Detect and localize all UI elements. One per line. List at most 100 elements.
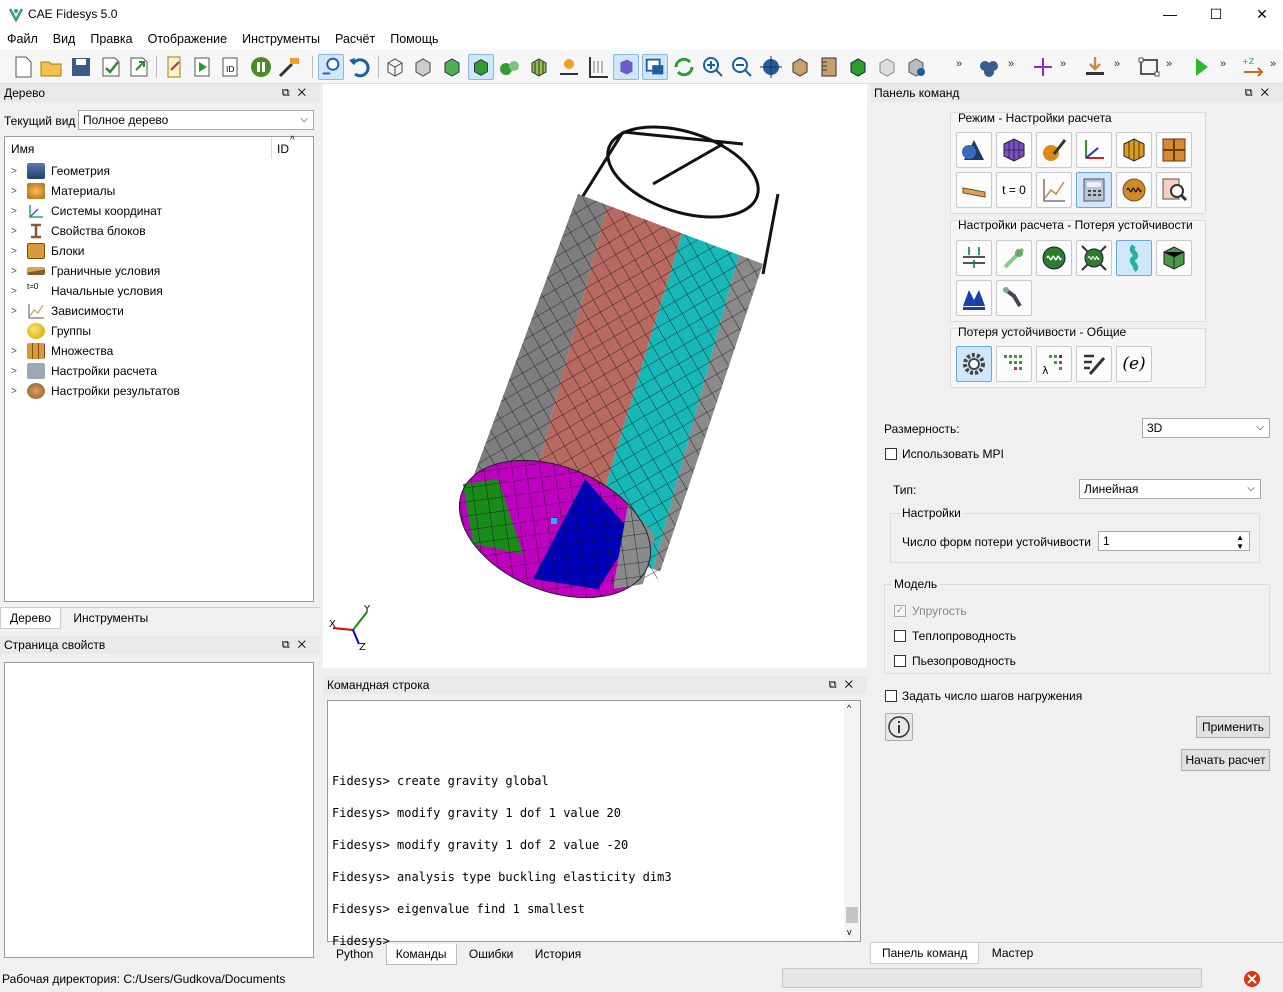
tree-panel-float-close-icons[interactable]: ⧉✕ bbox=[282, 84, 314, 102]
tree-item-initial-conditions[interactable]: > t=0 Начальные условия bbox=[11, 281, 163, 301]
menu-tools[interactable]: Инструменты bbox=[235, 32, 328, 46]
contact-button[interactable] bbox=[996, 240, 1032, 276]
block-mode-button[interactable] bbox=[1116, 132, 1152, 168]
info-button[interactable] bbox=[885, 713, 913, 741]
select-mode-icon[interactable] bbox=[318, 54, 344, 80]
toolbar-overflow-chevron-icon[interactable]: » bbox=[1220, 58, 1226, 70]
menu-calculation[interactable]: Расчёт bbox=[328, 32, 383, 46]
box-icon[interactable] bbox=[787, 54, 813, 80]
tree-item-materials[interactable]: > Материалы bbox=[11, 181, 115, 201]
command-scrollbar[interactable]: ^ v bbox=[844, 701, 860, 941]
ruler-icon[interactable] bbox=[816, 54, 842, 80]
piezo-checkbox[interactable] bbox=[894, 655, 906, 667]
solver-settings-button[interactable] bbox=[1076, 346, 1112, 382]
material-mode-button[interactable] bbox=[1036, 132, 1072, 168]
menu-edit[interactable]: Правка bbox=[83, 32, 140, 46]
scrollbar-thumb[interactable] bbox=[846, 907, 858, 923]
properties-content[interactable] bbox=[4, 662, 314, 958]
tree-item-calc-settings[interactable]: > Настройки расчета bbox=[11, 361, 157, 381]
toolbar-overflow-chevron-icon[interactable]: » bbox=[1270, 58, 1276, 70]
fit-view-icon[interactable] bbox=[758, 54, 784, 80]
postprocess-mode-button[interactable] bbox=[1156, 172, 1192, 208]
results-mode-button[interactable] bbox=[1116, 172, 1152, 208]
zoom-out-icon[interactable] bbox=[729, 54, 755, 80]
tab-history[interactable]: История bbox=[526, 944, 591, 964]
use-mpi-checkbox[interactable] bbox=[885, 448, 897, 460]
bounding-box-icon[interactable] bbox=[1136, 54, 1162, 80]
journal-id-icon[interactable]: ID bbox=[218, 54, 244, 80]
pause-icon[interactable] bbox=[248, 54, 274, 80]
save-icon[interactable] bbox=[68, 54, 94, 80]
tab-wizard[interactable]: Мастер bbox=[983, 943, 1043, 963]
undo-icon[interactable] bbox=[346, 54, 372, 80]
analysis-type-select[interactable]: Линейная ⌵ bbox=[1079, 479, 1261, 499]
modal-analysis-button[interactable] bbox=[1036, 240, 1072, 276]
scroll-down-icon[interactable]: v bbox=[847, 927, 852, 937]
tree-item-boundary-conditions[interactable]: > Граничные условия bbox=[11, 261, 160, 281]
new-file-icon[interactable] bbox=[10, 54, 36, 80]
toolbar-overflow-chevron-icon[interactable]: » bbox=[1114, 58, 1120, 70]
window-view-icon[interactable] bbox=[642, 54, 668, 80]
geometry-mode-button[interactable] bbox=[956, 132, 992, 168]
menu-view[interactable]: Вид bbox=[46, 32, 84, 46]
command-panel-float-close-icons[interactable]: ⧉✕ bbox=[1245, 84, 1277, 102]
tree-item-sets[interactable]: > Множества bbox=[11, 341, 113, 361]
static-load-button[interactable] bbox=[956, 240, 992, 276]
play-script-icon[interactable] bbox=[190, 54, 216, 80]
maximize-button[interactable]: ☐ bbox=[1193, 0, 1239, 28]
robot-button[interactable] bbox=[996, 280, 1032, 316]
boundary-mode-button[interactable] bbox=[956, 172, 992, 208]
thermal-checkbox[interactable] bbox=[894, 630, 906, 642]
calc-settings-mode-button[interactable] bbox=[1076, 172, 1112, 208]
wireframe-cube-icon[interactable] bbox=[382, 54, 408, 80]
tree-view[interactable]: Имя ID ^ > Геометрия > Материалы > Системы … bbox=[4, 135, 314, 602]
expression-button[interactable]: (e) bbox=[1116, 346, 1152, 382]
dependency-mode-button[interactable] bbox=[1036, 172, 1072, 208]
command-line-float-close-icons[interactable]: ⧉✕ bbox=[829, 676, 861, 694]
menu-file[interactable]: Файл bbox=[0, 32, 46, 46]
tree-item-groups[interactable]: Группы bbox=[11, 321, 91, 341]
tab-tree[interactable]: Дерево bbox=[0, 608, 62, 629]
tree-item-blocks[interactable]: > Блоки bbox=[11, 241, 85, 261]
save-check-icon[interactable] bbox=[98, 54, 124, 80]
axes-grid-icon[interactable] bbox=[585, 54, 611, 80]
set-mode-button[interactable] bbox=[1156, 132, 1192, 168]
mesh-mode-button[interactable] bbox=[996, 132, 1032, 168]
apply-button[interactable]: Применить bbox=[1196, 716, 1270, 738]
element-settings-button[interactable] bbox=[1156, 240, 1192, 276]
minimize-button[interactable]: — bbox=[1147, 0, 1193, 28]
menu-help[interactable]: Помощь bbox=[383, 32, 446, 46]
dimension-select[interactable]: 3D ⌵ bbox=[1142, 418, 1270, 438]
output-fields-button[interactable] bbox=[996, 346, 1032, 382]
zoom-in-icon[interactable] bbox=[700, 54, 726, 80]
harmonic-analysis-button[interactable] bbox=[1076, 240, 1112, 276]
properties-panel-float-close-icons[interactable]: ⧉✕ bbox=[282, 636, 314, 654]
mesh-cube-icon[interactable] bbox=[526, 54, 552, 80]
buckling-modes-spinbox[interactable]: 1 ▲ ▼ bbox=[1098, 531, 1250, 551]
coordinate-mode-button[interactable] bbox=[1076, 132, 1112, 168]
tab-command-panel[interactable]: Панель команд bbox=[870, 943, 980, 964]
hidden-line-cube-icon[interactable] bbox=[410, 54, 436, 80]
open-folder-icon[interactable] bbox=[38, 54, 64, 80]
cluster-icon[interactable] bbox=[976, 54, 1002, 80]
green-box-icon[interactable] bbox=[845, 54, 871, 80]
export-icon[interactable] bbox=[126, 54, 152, 80]
mesh-shaded-icon[interactable] bbox=[497, 54, 523, 80]
tab-errors[interactable]: Ошибки bbox=[460, 944, 523, 964]
eigen-output-button[interactable]: λ bbox=[1036, 346, 1072, 382]
transparent-box-icon[interactable] bbox=[874, 54, 900, 80]
tab-commands[interactable]: Команды bbox=[385, 944, 457, 965]
general-settings-button[interactable] bbox=[956, 346, 992, 382]
toolbar-overflow-chevron-icon[interactable]: » bbox=[1060, 58, 1066, 70]
tree-item-geometry[interactable]: > Геометрия bbox=[11, 161, 110, 181]
load-steps-checkbox[interactable] bbox=[885, 690, 897, 702]
tree-item-block-properties[interactable]: > Свойства блоков bbox=[11, 221, 146, 241]
import-icon[interactable] bbox=[1082, 54, 1108, 80]
initial-condition-mode-button[interactable]: t = 0 bbox=[996, 172, 1032, 208]
tab-tools[interactable]: Инструменты bbox=[64, 608, 157, 628]
menu-display[interactable]: Отображение bbox=[141, 32, 235, 46]
toolbar-overflow-chevron-icon[interactable]: » bbox=[1166, 58, 1172, 70]
buckling-analysis-button[interactable] bbox=[1116, 240, 1152, 276]
autodyn-button[interactable] bbox=[956, 280, 992, 316]
tab-python[interactable]: Python bbox=[327, 944, 382, 964]
